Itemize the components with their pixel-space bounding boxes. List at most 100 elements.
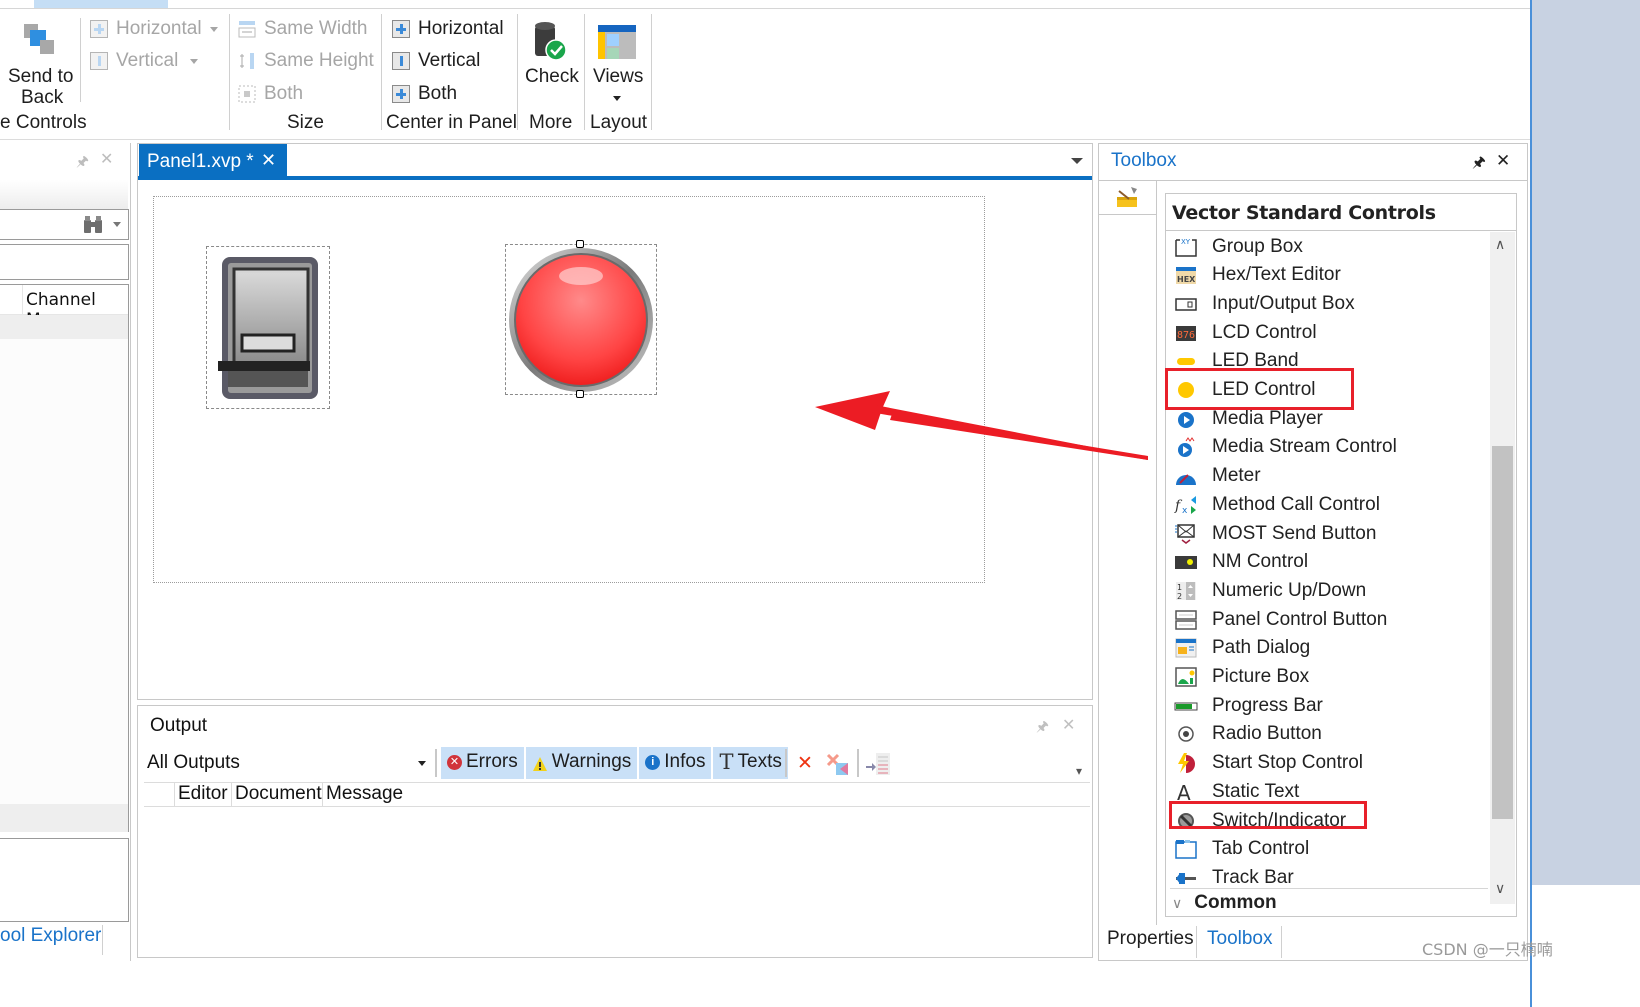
start-stop-icon [1174, 752, 1198, 774]
go-to-line-icon[interactable] [864, 752, 892, 776]
tab-toolbox[interactable]: Toolbox [1207, 928, 1273, 950]
tab-panel1[interactable]: Panel1.xvp * ✕ [139, 144, 287, 178]
picture-box-icon [1174, 666, 1198, 688]
tab-properties[interactable]: Properties [1107, 928, 1194, 950]
window-border [1530, 0, 1532, 1007]
toolbox-item-label: Track Bar [1212, 866, 1294, 888]
svg-text:HEX: HEX [1177, 275, 1196, 284]
same-height-label: Same Height [264, 50, 374, 71]
toolbox-item[interactable]: NM Control [1170, 548, 1490, 577]
toolbox-item[interactable]: f x Method Call Control [1170, 490, 1490, 519]
views-dropdown-button[interactable]: Views [588, 14, 650, 106]
tab-list-dropdown-icon[interactable] [1071, 158, 1083, 164]
column-header-editor[interactable]: Editor [174, 783, 228, 807]
resize-handle-bottom[interactable] [576, 390, 584, 398]
toolbox-title: Toolbox [1111, 150, 1177, 171]
svg-text:876: 876 [1177, 330, 1195, 341]
scrollbar-thumb[interactable] [1492, 446, 1513, 819]
ribbon-tab-properties[interactable] [34, 0, 168, 8]
toolbox-item[interactable]: HEX Hex/Text Editor [1170, 261, 1490, 290]
center-vertical-icon [392, 52, 410, 70]
check-button[interactable]: Check [520, 14, 582, 94]
toolbox-item[interactable]: Picture Box [1170, 663, 1490, 692]
same-height-button[interactable]: Same Height [238, 48, 374, 74]
pin-icon[interactable]: 🖈 [76, 151, 89, 175]
same-width-button[interactable]: Same Width [238, 16, 367, 42]
close-icon[interactable]: ✕ [1062, 715, 1075, 735]
arrange-vertical-dropdown[interactable]: Vertical [90, 48, 199, 74]
chevron-down-icon [190, 58, 199, 64]
io-box-icon [1174, 293, 1198, 315]
led-control[interactable] [505, 240, 657, 398]
toolbox-item[interactable]: Start Stop Control [1170, 749, 1490, 778]
close-icon[interactable]: ✕ [100, 149, 113, 169]
same-size-both-button[interactable]: Both [238, 81, 303, 107]
tab-symbol-explorer[interactable]: ool Explorer [0, 925, 101, 959]
static-text-icon: A [1174, 781, 1198, 805]
left-table: Channel M... [0, 284, 129, 832]
toolbox-item[interactable]: Progress Bar [1170, 691, 1490, 720]
app-window: Send to Back Horizontal Vertical e Contr… [0, 0, 1640, 1007]
group-box-icon: XY [1174, 236, 1198, 258]
ribbon-divider [0, 8, 1600, 9]
close-tab-icon[interactable]: ✕ [261, 150, 276, 171]
close-icon[interactable]: ✕ [1496, 151, 1510, 171]
send-to-back-label-1: Send to [8, 66, 74, 87]
toolbox-item-label: Panel Control Button [1212, 608, 1388, 630]
scroll-options-icon[interactable]: ▾ [1076, 764, 1082, 778]
views-label: Views [593, 66, 644, 87]
toolbox-item[interactable]: Tab Control [1170, 835, 1490, 864]
category-common[interactable]: ∨ Common [1172, 892, 1277, 914]
chevron-down-icon[interactable] [418, 761, 426, 766]
toolbox-item[interactable]: 876 LCD Control [1170, 318, 1490, 347]
output-source-select[interactable]: All Outputs [147, 752, 240, 774]
filter-texts-button[interactable]: T Texts [713, 747, 788, 779]
toolbox-item[interactable]: Input/Output Box [1170, 289, 1490, 318]
clear-output-icon[interactable]: ✕ [797, 752, 813, 775]
chevron-down-icon[interactable] [113, 222, 121, 227]
filter-warnings-button[interactable]: Warnings [525, 747, 638, 779]
resize-handle-top[interactable] [576, 240, 584, 248]
toolbox-item[interactable]: Radio Button [1170, 720, 1490, 749]
filter-box[interactable] [0, 244, 129, 280]
center-horizontal-button[interactable]: Horizontal [392, 16, 504, 42]
center-both-button[interactable]: Both [392, 81, 457, 107]
column-header-document[interactable]: Document [231, 783, 322, 807]
nm-control-icon [1174, 551, 1198, 573]
toolbox-scrollbar[interactable]: ∧ ∨ [1490, 232, 1515, 904]
switch-indicator-control[interactable] [206, 246, 330, 409]
toolbox-item[interactable]: Panel Control Button [1170, 605, 1490, 634]
toolbox-item[interactable]: MOST Send Button [1170, 519, 1490, 548]
table-row[interactable] [0, 804, 128, 832]
send-to-back-button[interactable]: Send to Back [0, 14, 80, 110]
filter-texts-label: Texts [737, 751, 782, 772]
pin-icon[interactable]: 🖈 [1472, 152, 1486, 177]
output-panel: Output 🖈 ✕ All Outputs ✕ Errors Warnings… [137, 705, 1093, 958]
clear-filtered-icon[interactable] [826, 753, 852, 777]
toolbox-item[interactable]: Meter [1170, 462, 1490, 491]
toolbox-item-label: Radio Button [1212, 723, 1322, 745]
panel-control-button-icon [1174, 609, 1198, 631]
column-header-message[interactable]: Message [322, 783, 403, 807]
scroll-down-icon[interactable]: ∨ [1495, 880, 1505, 897]
same-width-label: Same Width [264, 18, 368, 39]
binoculars-icon[interactable] [82, 215, 104, 235]
layout-group-label: Layout [590, 112, 648, 133]
filter-errors-button[interactable]: ✕ Errors [441, 747, 524, 779]
toolbox-item[interactable]: Path Dialog [1170, 634, 1490, 663]
toolbox-category-tab[interactable] [1099, 181, 1157, 215]
toolbox-item[interactable]: Media Stream Control [1170, 433, 1490, 462]
toolbox-item[interactable]: 1 2 Numeric Up/Down [1170, 576, 1490, 605]
align-vertical-icon [90, 52, 108, 70]
toolbox-item[interactable]: XY Group Box [1170, 232, 1490, 261]
filter-infos-button[interactable]: i Infos [639, 747, 712, 779]
ribbon-separator [651, 14, 652, 130]
category-vector-standard-controls[interactable]: Vector Standard Controls [1166, 194, 1516, 231]
pin-icon[interactable]: 🖈 [1036, 716, 1049, 740]
search-input[interactable] [0, 209, 129, 240]
center-vertical-button[interactable]: Vertical [392, 48, 480, 74]
toolbar-separator [785, 749, 787, 777]
table-row[interactable] [0, 315, 128, 339]
arrange-horizontal-dropdown[interactable]: Horizontal [90, 16, 218, 42]
scroll-up-icon[interactable]: ∧ [1495, 236, 1505, 253]
